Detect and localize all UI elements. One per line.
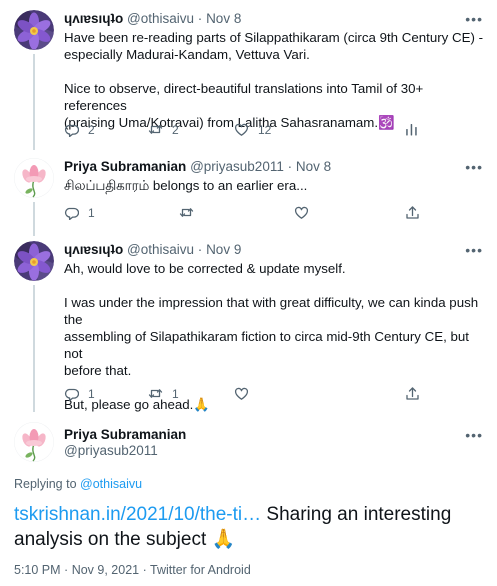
reply-count: 1 (88, 205, 95, 220)
tweet-header: ɥʌıɐsıɥʇo @othisaivu · Nov 9 (64, 241, 241, 259)
thread-line (33, 285, 35, 412)
like-count: 12 (258, 122, 272, 137)
avatar[interactable] (14, 422, 54, 462)
reply-icon (64, 207, 79, 220)
share-icon (406, 387, 419, 400)
user-handle[interactable]: @priyasub2011 (64, 442, 158, 460)
tweet-text-line: before that. (64, 363, 132, 378)
tweet-text: சிலப்பதிகாரம் belongs to an earlier era.… (64, 177, 484, 194)
thread-line (33, 202, 35, 236)
tweet-text-line: assembling of Silapathikaram fiction to … (64, 329, 469, 361)
thread-line (33, 54, 35, 150)
tweet-text-line: Nice to observe, direct-beautiful transl… (64, 81, 424, 113)
separator-dot: · (142, 563, 147, 577)
more-icon[interactable]: ••• (465, 428, 483, 442)
tweet-text-line: I was under the impression that with gre… (64, 295, 479, 327)
main-tweet-text-part: analysis on the subject 🙏 (14, 529, 236, 550)
like-button[interactable]: 12 (234, 122, 271, 137)
reply-button[interactable]: 2 (64, 122, 95, 137)
article-link[interactable]: tskrishnan.in/2021/10/the-ti… (14, 504, 261, 525)
reply-button[interactable]: 1 (64, 205, 95, 220)
more-icon[interactable]: ••• (465, 160, 483, 174)
tweet-1[interactable]: ɥʌıɐsıɥʇo @othisaivu · Nov 8 ••• Have be… (0, 0, 497, 150)
retweet-button[interactable]: 1 (148, 386, 179, 401)
tweet-actions: 1 1 (64, 386, 424, 404)
analytics-icon (406, 124, 417, 136)
reply-icon (64, 124, 79, 137)
display-name[interactable]: ɥʌıɐsıɥʇo (64, 242, 123, 257)
more-icon[interactable]: ••• (465, 12, 483, 26)
user-handle[interactable]: @othisaivu (127, 242, 194, 257)
share-button[interactable] (405, 386, 420, 401)
tweet-full-date[interactable]: Nov 9, 2021 (72, 563, 139, 577)
separator-dot: · (64, 563, 69, 577)
tweet-text-line: especially Madurai-Kandam, Vettuva Vari. (64, 47, 310, 62)
reply-count: 1 (88, 386, 95, 401)
display-name[interactable]: Priya Subramanian (64, 159, 186, 174)
like-icon (294, 206, 309, 219)
reply-icon (64, 388, 79, 401)
tweet-time[interactable]: 5:10 PM (14, 563, 61, 577)
replying-mention-link[interactable]: @othisaivu (80, 477, 142, 491)
separator-dot: · (197, 242, 203, 257)
avatar[interactable] (14, 241, 54, 281)
retweet-button[interactable] (179, 205, 194, 220)
tweet-actions: 1 (64, 205, 424, 223)
retweet-button[interactable]: 2 (148, 122, 179, 137)
avatar[interactable] (14, 158, 54, 198)
avatar[interactable] (14, 10, 54, 50)
tweet-actions: 2 2 12 (64, 122, 424, 140)
tweet-text-line: Ah, would love to be corrected & update … (64, 261, 346, 276)
tweet-text: Have been re-reading parts of Silappathi… (64, 29, 484, 131)
tweet-text-line: சிலப்பதிகாரம் belongs to an earlier era.… (64, 178, 308, 193)
like-icon (234, 387, 249, 400)
retweet-icon (148, 389, 163, 398)
share-icon (406, 206, 419, 219)
tweet-metadata: 5:10 PM · Nov 9, 2021 · Twitter for Andr… (14, 563, 251, 577)
separator-dot: · (287, 159, 293, 174)
main-tweet-text-part: Sharing an interesting (261, 504, 452, 525)
share-button[interactable] (405, 205, 420, 220)
replying-label: Replying to (14, 477, 77, 491)
more-icon[interactable]: ••• (465, 243, 483, 257)
tweet-source: Twitter for Android (150, 563, 251, 577)
display-name[interactable]: ɥʌıɐsıɥʇo (64, 11, 123, 26)
tweet-text-line: Have been re-reading parts of Silappathi… (64, 30, 484, 45)
tweet-header: ɥʌıɐsıɥʇo @othisaivu · Nov 8 (64, 10, 241, 28)
main-tweet-text: tskrishnan.in/2021/10/the-ti… Sharing an… (14, 502, 484, 552)
user-handle[interactable]: @priyasub2011 (190, 159, 284, 174)
retweet-count: 1 (172, 386, 179, 401)
tweet-date[interactable]: Nov 8 (206, 11, 241, 26)
like-icon (234, 123, 249, 136)
tweet-2[interactable]: Priya Subramanian @priyasub2011 · Nov 8 … (0, 148, 497, 236)
tweet-date[interactable]: Nov 9 (206, 242, 241, 257)
analytics-button[interactable] (404, 122, 419, 137)
retweet-icon (179, 208, 194, 217)
tweet-text-line (64, 277, 484, 294)
replying-to: Replying to @othisaivu (14, 477, 142, 491)
retweet-count: 2 (172, 122, 179, 137)
separator-dot: · (197, 11, 203, 26)
tweet-header: Priya Subramanian @priyasub2011 · Nov 8 (64, 158, 331, 176)
reply-count: 2 (88, 122, 95, 137)
tweet-3[interactable]: ɥʌıɐsıɥʇo @othisaivu · Nov 9 ••• Ah, wou… (0, 234, 497, 412)
tweet-date[interactable]: Nov 8 (296, 159, 331, 174)
user-handle[interactable]: @othisaivu (127, 11, 194, 26)
like-button[interactable] (294, 205, 309, 220)
reply-button[interactable]: 1 (64, 386, 95, 401)
retweet-icon (148, 125, 163, 134)
like-button[interactable] (234, 386, 249, 401)
tweet-text-line (64, 63, 484, 80)
